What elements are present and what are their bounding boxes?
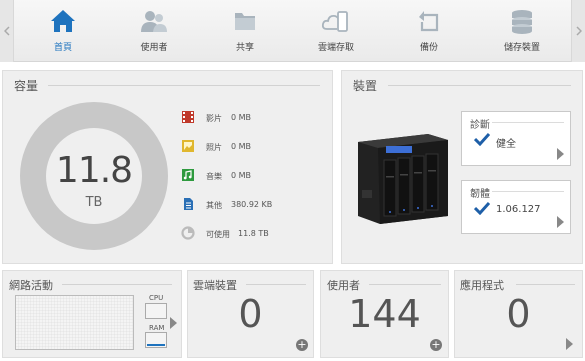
nav-label-storage: 儲存裝置 bbox=[503, 43, 540, 53]
music-icon bbox=[182, 169, 194, 181]
nav-label-users: 使用者 bbox=[140, 43, 168, 53]
ram-label: RAM bbox=[149, 324, 165, 332]
chevron-left-icon bbox=[3, 26, 10, 36]
legend-label-video: 影片 bbox=[206, 114, 222, 123]
legend-label-other: 其他 bbox=[206, 201, 222, 210]
users-count: 144 bbox=[348, 292, 421, 336]
nav-label-cloud-access: 雲端存取 bbox=[317, 43, 354, 53]
nav-item-users[interactable]: 使用者 bbox=[119, 0, 189, 62]
diagnostics-value: 健全 bbox=[496, 139, 516, 150]
firmware-title: 韌體 bbox=[470, 189, 490, 200]
ram-meter-fill bbox=[147, 344, 165, 346]
document-icon bbox=[184, 198, 193, 210]
users-icon bbox=[141, 11, 167, 32]
device-title-rule bbox=[388, 85, 571, 86]
free-space-icon bbox=[181, 226, 195, 240]
top-navigation: 首頁 使用者 共享 雲端存取 備份 儲存裝置 bbox=[0, 0, 585, 62]
nav-item-home[interactable]: 首頁 bbox=[28, 0, 98, 62]
network-title: 網路活動 bbox=[9, 279, 53, 292]
legend-value-music: 0 MB bbox=[231, 171, 252, 180]
nav-scroll-right-button[interactable] bbox=[571, 0, 585, 62]
apps-count: 0 bbox=[506, 292, 531, 336]
firmware-arrow-icon[interactable] bbox=[557, 216, 564, 228]
photo-icon bbox=[182, 140, 194, 152]
cloud-mobile-icon bbox=[321, 11, 348, 32]
legend-value-video: 0 MB bbox=[231, 113, 252, 122]
backup-icon bbox=[419, 11, 439, 32]
legend-value-free: 11.8 TB bbox=[238, 229, 269, 238]
diagnostics-box[interactable]: 診斷 健全 bbox=[461, 111, 571, 166]
nav-item-storage[interactable]: 儲存裝置 bbox=[487, 0, 557, 62]
nav-item-cloud-access[interactable]: 雲端存取 bbox=[301, 0, 371, 62]
legend-label-photo: 照片 bbox=[206, 143, 222, 152]
nas-device-image bbox=[358, 134, 448, 224]
diagnostics-rule bbox=[492, 122, 564, 123]
capacity-title-rule bbox=[48, 85, 320, 86]
network-activity-graph bbox=[15, 295, 134, 350]
add-cloud-device-icon[interactable]: + bbox=[296, 339, 308, 351]
diagnostics-arrow-icon[interactable] bbox=[557, 148, 564, 160]
legend-value-photo: 0 MB bbox=[231, 142, 252, 151]
cpu-meter bbox=[145, 303, 167, 319]
cpu-label: CPU bbox=[149, 294, 164, 302]
storage-icon bbox=[512, 10, 532, 34]
nav-label-backup: 備份 bbox=[419, 43, 438, 53]
cloud-devices-count: 0 bbox=[238, 292, 263, 336]
legend-label-free: 可使用 bbox=[206, 230, 230, 239]
device-title: 裝置 bbox=[353, 79, 378, 93]
users-title: 使用者 bbox=[327, 279, 360, 292]
diagnostics-title: 診斷 bbox=[470, 120, 490, 131]
add-user-icon[interactable]: + bbox=[430, 339, 442, 351]
users-title-rule bbox=[369, 284, 441, 285]
folder-icon bbox=[235, 13, 255, 30]
chevron-right-icon bbox=[575, 26, 582, 36]
ram-meter bbox=[145, 332, 167, 348]
firmware-rule bbox=[492, 191, 564, 192]
cloud-devices-title: 雲端裝置 bbox=[193, 279, 237, 292]
network-title-rule bbox=[62, 284, 172, 285]
firmware-box[interactable]: 韌體 1.06.127 bbox=[461, 180, 571, 234]
legend-label-music: 音樂 bbox=[206, 172, 222, 181]
capacity-total-value: 11.8 bbox=[55, 150, 133, 191]
checkmark-icon bbox=[474, 132, 490, 146]
nav-scroll-left-button[interactable] bbox=[0, 0, 14, 62]
network-arrow-icon[interactable] bbox=[170, 317, 177, 329]
apps-title: 應用程式 bbox=[460, 279, 504, 292]
capacity-total-unit: TB bbox=[85, 195, 103, 210]
nav-item-backup[interactable]: 備份 bbox=[394, 0, 464, 62]
home-icon bbox=[51, 10, 75, 32]
nav-label-home: 首頁 bbox=[53, 43, 72, 53]
legend-value-other: 380.92 KB bbox=[231, 200, 273, 209]
cloud-devices-title-rule bbox=[246, 284, 306, 285]
apps-arrow-icon[interactable] bbox=[566, 338, 573, 350]
firmware-value: 1.06.127 bbox=[496, 204, 541, 215]
nav-label-shares: 共享 bbox=[235, 43, 254, 53]
apps-title-rule bbox=[516, 284, 575, 285]
nav-item-shares[interactable]: 共享 bbox=[210, 0, 280, 62]
checkmark-icon bbox=[474, 201, 490, 215]
video-icon bbox=[182, 111, 194, 123]
capacity-title: 容量 bbox=[14, 79, 39, 93]
